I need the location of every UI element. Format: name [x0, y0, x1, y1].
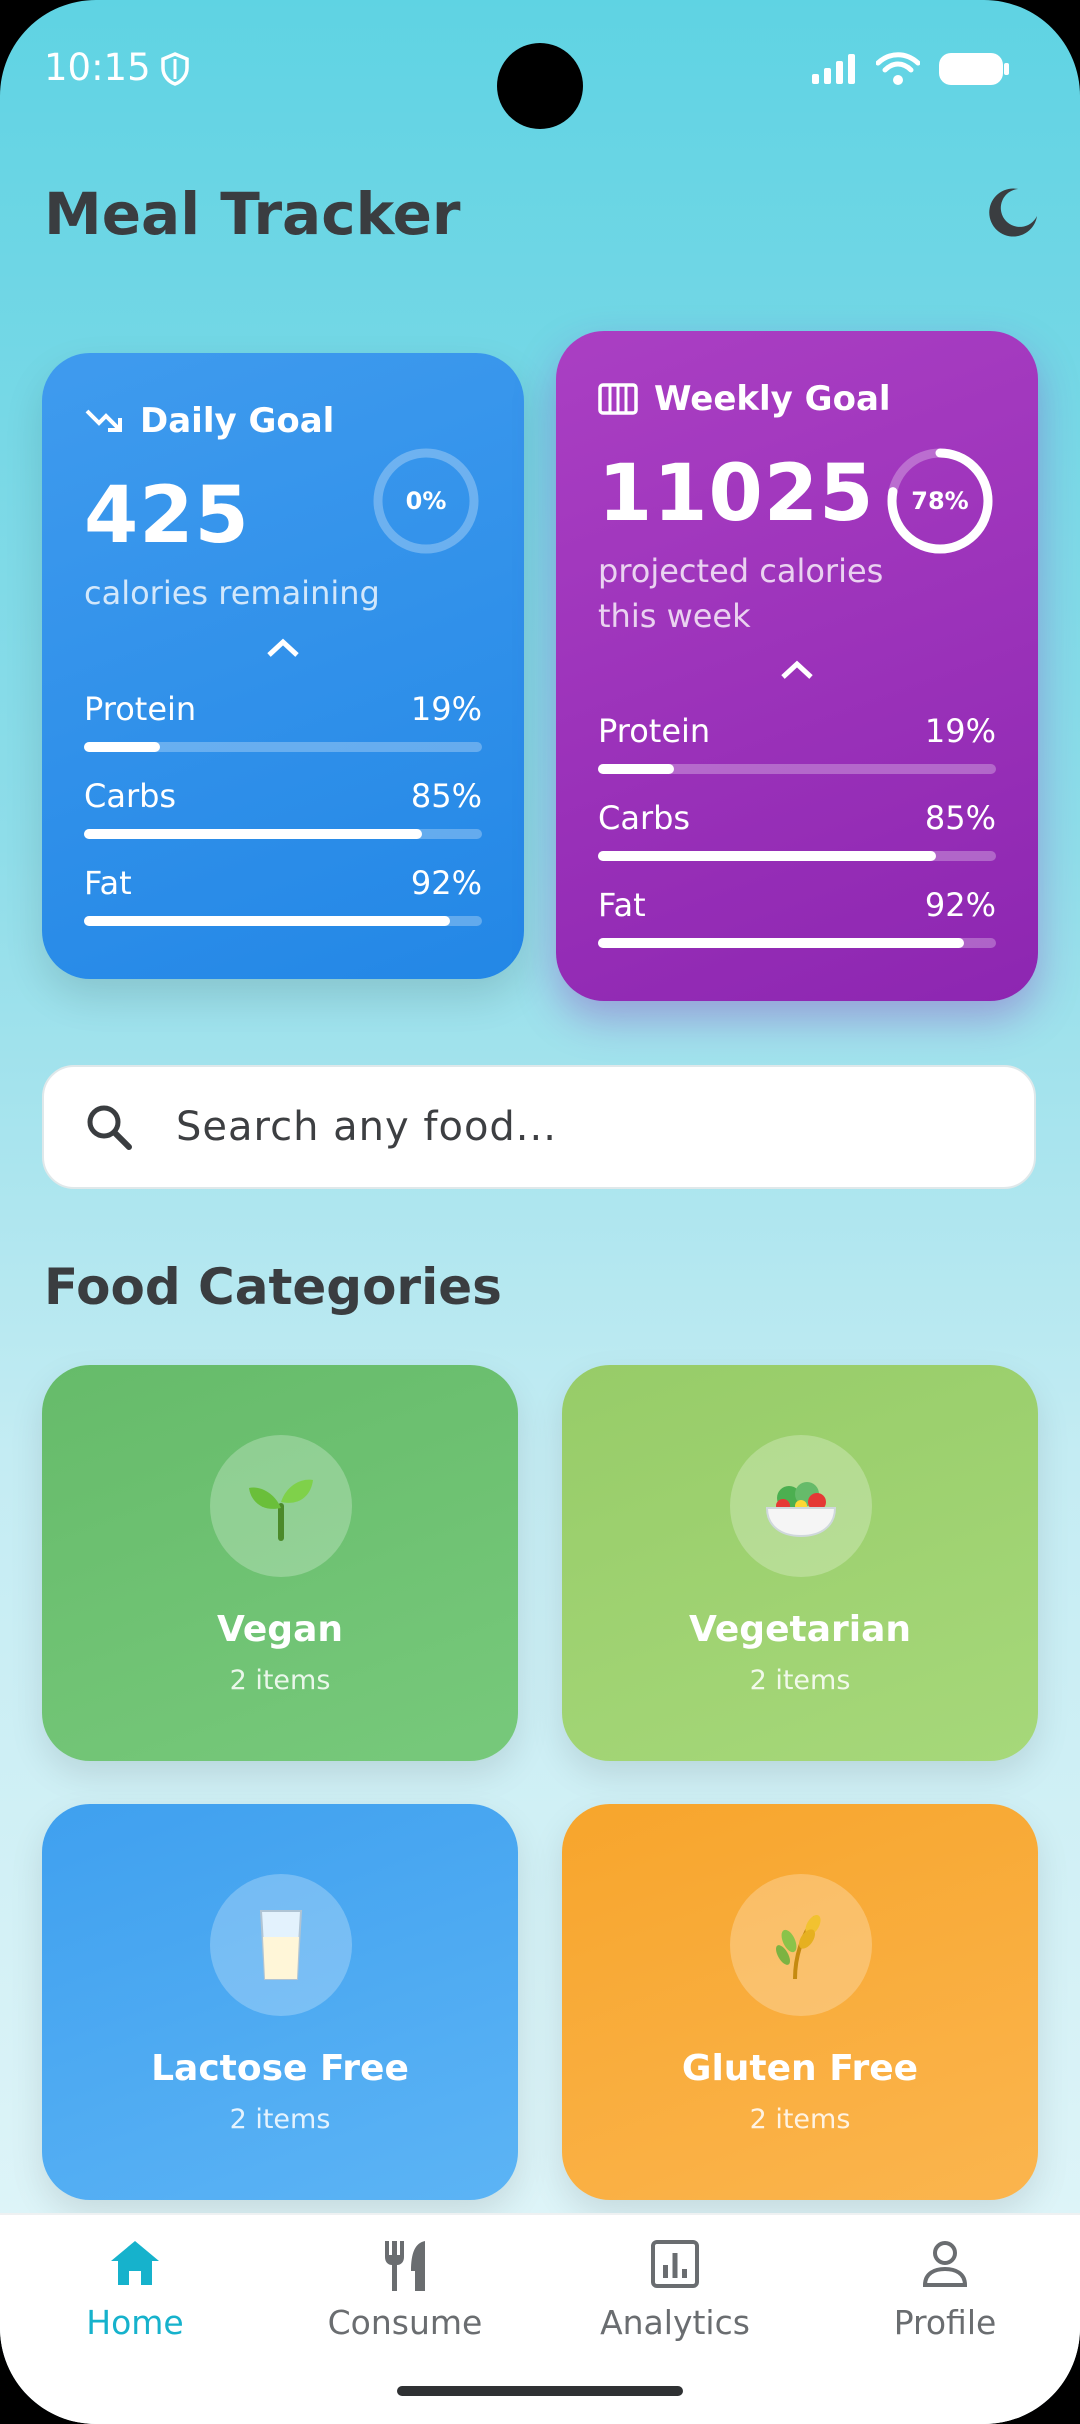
macro-percent: 92%	[924, 886, 996, 924]
category-card-vegan[interactable]: Vegan 2 items	[42, 1365, 518, 1761]
milk-glass-icon	[210, 1874, 352, 2016]
weekly-goal-title: Weekly Goal	[654, 379, 891, 419]
macro-bar-fill	[84, 829, 423, 839]
macro-label: Fat	[84, 864, 132, 902]
nav-profile[interactable]: Profile	[810, 2215, 1080, 2365]
home-indicator	[397, 2386, 683, 2396]
battery-icon	[939, 53, 1009, 85]
category-count: 2 items	[229, 2104, 331, 2135]
macro-label: Fat	[598, 886, 646, 924]
macro-bar-fill	[84, 916, 451, 926]
category-card-lactose-free[interactable]: Lactose Free 2 items	[42, 1804, 518, 2200]
calendar-week-icon	[598, 383, 638, 415]
nav-label: Consume	[327, 2303, 483, 2342]
seedling-icon	[210, 1435, 352, 1577]
daily-macro-protein: Protein 19%	[84, 690, 482, 754]
macro-label: Protein	[598, 712, 711, 750]
macro-percent: 19%	[410, 690, 482, 728]
dark-mode-moon-icon[interactable]	[988, 186, 1040, 238]
salad-icon	[730, 1435, 872, 1577]
macro-bar-fill	[598, 764, 674, 774]
analytics-icon	[651, 2240, 699, 2288]
macro-label: Carbs	[598, 799, 691, 837]
macro-percent: 92%	[410, 864, 482, 902]
search-icon	[87, 1105, 132, 1150]
daily-goal-subtitle: calories remaining	[84, 574, 380, 612]
macro-bar-fill	[598, 851, 937, 861]
macro-percent: 19%	[924, 712, 996, 750]
daily-macro-fat: Fat 92%	[84, 864, 482, 928]
nav-label: Profile	[893, 2303, 997, 2342]
wifi-icon	[876, 52, 920, 85]
chevron-up-icon[interactable]	[777, 657, 817, 683]
weekly-macro-carbs: Carbs 85%	[598, 799, 996, 863]
weekly-progress-label: 78%	[911, 487, 969, 515]
weekly-macro-fat: Fat 92%	[598, 886, 996, 950]
category-card-vegetarian[interactable]: Vegetarian 2 items	[562, 1365, 1038, 1761]
profile-icon	[922, 2241, 968, 2287]
status-time: 10:15	[44, 46, 151, 89]
daily-progress-label: 0%	[405, 487, 447, 515]
chevron-up-icon[interactable]	[263, 635, 303, 661]
macro-bar-fill	[84, 742, 160, 752]
weekly-goal-subtitle-1: projected calories	[598, 552, 884, 590]
status-bar: 10:15	[0, 0, 1080, 140]
search-bar[interactable]	[42, 1065, 1036, 1189]
shield-icon	[161, 52, 189, 86]
weekly-macro-protein: Protein 19%	[598, 712, 996, 776]
weekly-goal-subtitle-2: this week	[598, 597, 751, 635]
category-count: 2 items	[749, 2104, 851, 2135]
trending-down-icon	[85, 409, 122, 432]
weekly-goal-card[interactable]: Weekly Goal 11025 projected calories thi…	[556, 331, 1038, 1001]
category-name: Lactose Free	[151, 2048, 409, 2089]
nav-label: Analytics	[600, 2303, 750, 2342]
search-input[interactable]	[174, 1103, 978, 1151]
macro-percent: 85%	[924, 799, 996, 837]
daily-goal-card[interactable]: Daily Goal 425 calories remaining 0% Pro…	[42, 353, 524, 979]
macro-label: Carbs	[84, 777, 177, 815]
signal-icon	[812, 54, 855, 84]
nav-analytics[interactable]: Analytics	[540, 2215, 810, 2365]
macro-label: Protein	[84, 690, 197, 728]
phone-screen: 10:15 Meal Tracker Daily Goal 425 calori…	[0, 0, 1080, 2424]
category-count: 2 items	[749, 1665, 851, 1696]
daily-progress-ring: 0%	[370, 445, 482, 557]
weekly-progress-ring: 78%	[884, 445, 996, 557]
category-count: 2 items	[229, 1665, 331, 1696]
macro-bar-fill	[598, 938, 965, 948]
nav-label: Home	[86, 2303, 184, 2342]
home-icon	[111, 2241, 159, 2285]
daily-goal-title: Daily Goal	[140, 401, 335, 441]
category-card-gluten-free[interactable]: Gluten Free 2 items	[562, 1804, 1038, 2200]
macro-percent: 85%	[410, 777, 482, 815]
wheat-icon	[730, 1874, 872, 2016]
daily-macro-carbs: Carbs 85%	[84, 777, 482, 841]
nav-consume[interactable]: Consume	[270, 2215, 540, 2365]
category-name: Vegetarian	[688, 1609, 911, 1650]
category-name: Gluten Free	[681, 2048, 919, 2089]
weekly-goal-value: 11025	[598, 449, 875, 539]
category-name: Vegan	[217, 1609, 343, 1650]
camera-cutout	[497, 43, 583, 129]
page-title: Meal Tracker	[44, 180, 461, 248]
daily-goal-value: 425	[84, 471, 250, 561]
fork-knife-icon	[385, 2241, 425, 2291]
section-title: Food Categories	[44, 1258, 502, 1316]
nav-home[interactable]: Home	[0, 2215, 270, 2365]
